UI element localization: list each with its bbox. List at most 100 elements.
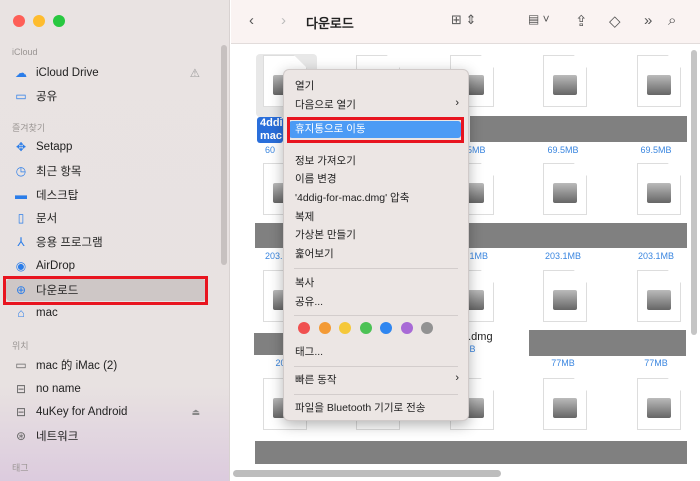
- menu-separator: [294, 315, 458, 316]
- share-icon[interactable]: ⇪: [575, 12, 588, 30]
- network-icon: ⊛: [15, 429, 27, 443]
- file-icon[interactable]: [637, 270, 681, 325]
- tag-color-dot[interactable]: [359, 322, 372, 334]
- menu-item-quick-look[interactable]: 훑어보기: [295, 246, 334, 261]
- file-icon[interactable]: [543, 378, 587, 433]
- applications-icon: ⅄: [17, 235, 25, 249]
- disk-image-icon: [647, 290, 671, 310]
- horizontal-scrollbar[interactable]: [233, 470, 501, 477]
- cloud-icon: ☁: [15, 66, 27, 80]
- desktop-icon: ▬: [15, 188, 27, 202]
- imac-icon: ▭: [15, 358, 27, 372]
- menu-item-get-info[interactable]: 정보 가져오기: [295, 153, 356, 168]
- disk-image-icon: [553, 398, 577, 418]
- sidebar-item-recents[interactable]: ◷ 최근 항목: [6, 160, 206, 182]
- menu-separator: [294, 268, 458, 269]
- zoom-button[interactable]: [53, 15, 65, 27]
- sidebar-item-home[interactable]: ⌂ mac: [6, 302, 206, 324]
- section-tags: 태그: [12, 463, 29, 473]
- redaction-bar: [255, 441, 687, 464]
- tag-color-dot[interactable]: [421, 322, 433, 334]
- sidebar-item-no-name[interactable]: ⊟ no name: [6, 378, 206, 400]
- sidebar-item-shared[interactable]: ▭ 공유: [6, 85, 206, 107]
- menu-item-make-alias[interactable]: 가상본 만들기: [295, 227, 356, 242]
- tag-icon[interactable]: ◇: [609, 12, 621, 30]
- drive-icon: ⊟: [15, 405, 27, 419]
- warning-icon: ⚠: [189, 68, 200, 80]
- highlight-box: [287, 117, 464, 143]
- shared-folder-icon: ▭: [15, 89, 27, 103]
- sidebar-item-airdrop[interactable]: ◉ AirDrop: [6, 255, 206, 277]
- back-button[interactable]: ‹: [249, 12, 254, 29]
- disk-image-icon: [647, 183, 671, 203]
- forward-button[interactable]: ›: [281, 12, 286, 29]
- sidebar-scrollbar[interactable]: [221, 45, 227, 265]
- highlight-box: [3, 276, 208, 305]
- menu-item-duplicate[interactable]: 복제: [295, 209, 314, 224]
- file-icon[interactable]: [543, 163, 587, 218]
- disk-image-icon: [553, 75, 577, 95]
- tag-color-dot[interactable]: [298, 322, 310, 334]
- tag-color-dot[interactable]: [400, 322, 413, 334]
- menu-item-share[interactable]: 공유...: [295, 294, 323, 309]
- menu-item-open[interactable]: 열기: [295, 78, 314, 93]
- sidebar-item-imac[interactable]: ▭ mac 的 iMac (2): [6, 354, 206, 376]
- section-favorites: 즐겨찾기: [12, 123, 46, 133]
- more-icon[interactable]: »: [644, 12, 652, 29]
- file-icon[interactable]: [543, 270, 587, 325]
- close-button[interactable]: [13, 15, 25, 27]
- document-icon: ▯: [17, 211, 25, 225]
- sidebar-item-4ukey[interactable]: ⊟ 4uKey for Android ⏏: [6, 401, 206, 423]
- sidebar: iCloud ☁ iCloud Drive ⚠ ▭ 공유 즐겨찾기 ✥ Setapp ◷…: [0, 0, 230, 481]
- file-size: 203.1MB: [544, 251, 582, 261]
- context-menu: 열기 다음으로 열기 › 휴지통으로 이동 정보 가져오기 이름 변경 '4ddi…: [283, 69, 469, 421]
- menu-item-tags[interactable]: 태그...: [295, 344, 323, 359]
- group-button[interactable]: ▤ ˅: [528, 12, 550, 26]
- minimize-button[interactable]: [33, 15, 45, 27]
- toolbar: ‹ › 다운로드 ⊞ ⇕ ▤ ˅ ⇪ ◇ » ⌕: [231, 0, 700, 44]
- setapp-icon: ✥: [15, 140, 27, 154]
- file-icon[interactable]: [637, 163, 681, 218]
- sidebar-item-applications[interactable]: ⅄ 응용 프로그램: [6, 231, 206, 253]
- file-size: 69.5MB: [547, 145, 579, 155]
- tag-color-dot[interactable]: [318, 322, 331, 334]
- sidebar-item-network[interactable]: ⊛ 네트워크: [6, 425, 206, 447]
- home-icon: ⌂: [17, 306, 25, 320]
- chevron-right-icon: ›: [455, 97, 459, 109]
- redaction-bar: [529, 330, 686, 356]
- file-icon[interactable]: [637, 55, 681, 110]
- search-icon[interactable]: ⌕: [668, 12, 676, 29]
- menu-separator: [294, 394, 458, 395]
- menu-item-bluetooth[interactable]: 파일을 Bluetooth 기기로 전송: [295, 400, 425, 415]
- section-locations: 위치: [12, 341, 29, 351]
- file-size: 69.5MB: [640, 145, 672, 155]
- disk-image-icon: [553, 183, 577, 203]
- sidebar-item-documents[interactable]: ▯ 문서: [6, 207, 206, 229]
- menu-separator: [294, 366, 458, 367]
- redaction-bar: [470, 116, 687, 142]
- vertical-scrollbar[interactable]: [691, 50, 697, 335]
- tag-color-dot[interactable]: [380, 322, 392, 334]
- drive-icon: ⊟: [15, 382, 27, 396]
- file-size: 77MB: [644, 358, 668, 368]
- menu-item-compress[interactable]: '4ddig-for-mac.dmg' 압축: [295, 190, 409, 205]
- disk-image-icon: [647, 75, 671, 95]
- menu-item-rename[interactable]: 이름 변경: [295, 171, 337, 186]
- file-icon[interactable]: [543, 55, 587, 110]
- sidebar-item-icloud-drive[interactable]: ☁ iCloud Drive ⚠: [6, 62, 206, 84]
- chevron-right-icon: ›: [455, 372, 459, 384]
- tag-color-dot[interactable]: [339, 322, 351, 334]
- selected-file-name[interactable]: 4ddi mac: [257, 117, 283, 143]
- menu-item-quick-actions[interactable]: 빠른 동작 ›: [295, 372, 459, 387]
- sidebar-item-setapp[interactable]: ✥ Setapp: [6, 136, 206, 158]
- window-title: 다운로드: [306, 16, 354, 31]
- file-icon[interactable]: [637, 378, 681, 433]
- section-icloud: iCloud: [12, 47, 38, 57]
- eject-icon[interactable]: ⏏: [191, 407, 200, 418]
- disk-image-icon: [553, 290, 577, 310]
- menu-item-open-with[interactable]: 다음으로 열기 ›: [295, 97, 459, 112]
- sidebar-item-desktop[interactable]: ▬ 데스크탑: [6, 184, 206, 206]
- icon-view-icon[interactable]: ⊞ ⇕: [451, 12, 476, 28]
- file-size: 77MB: [551, 358, 575, 368]
- menu-item-copy[interactable]: 복사: [295, 275, 314, 290]
